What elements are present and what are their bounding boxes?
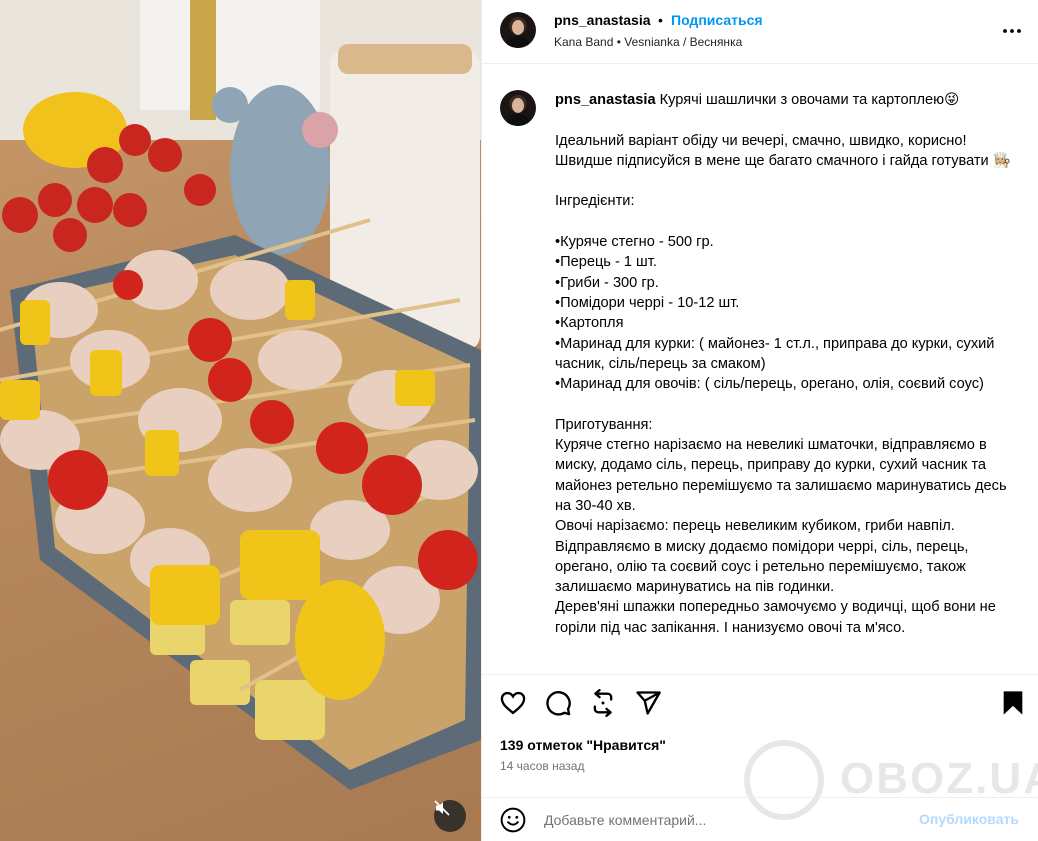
- caption-line: Куряче стегно нарізаємо на невеликі шмат…: [555, 437, 1007, 514]
- audio-track-link[interactable]: Kana Band • Vesnianka / Веснянка: [554, 35, 742, 49]
- mute-button[interactable]: [434, 800, 466, 832]
- caption-title: Курячі шашлички з овочами та картоплею😜: [659, 92, 960, 108]
- avatar[interactable]: [500, 12, 536, 48]
- caption-line: •Маринад для овочів: ( сіль/перець, орег…: [555, 376, 984, 393]
- heart-icon[interactable]: [499, 689, 527, 717]
- caption-line: •Гриби - 300 гр.: [555, 274, 659, 291]
- caption-line: •Маринад для курки: ( майонез- 1 ст.л., …: [555, 335, 995, 372]
- bookmark-icon[interactable]: [999, 689, 1027, 717]
- caption-line: [555, 212, 1020, 232]
- comment-bar: Опубликовать: [482, 797, 1038, 841]
- caption-line: •Помідори черрі - 10-12 шт.: [555, 294, 740, 311]
- caption-avatar[interactable]: [500, 90, 536, 126]
- post-caption: pns_anastasia Курячі шашлички з овочами …: [482, 64, 1038, 674]
- publish-button[interactable]: Опубликовать: [919, 811, 1019, 827]
- caption-line: Інгредієнти:: [555, 193, 635, 210]
- comment-input[interactable]: [544, 808, 904, 832]
- post-header: pns_anastasia • Подписаться Kana Band • …: [482, 0, 1038, 64]
- repost-icon[interactable]: [589, 689, 617, 717]
- caption-line: •Куряче стегно - 500 гр.: [555, 234, 714, 251]
- caption-line: •Картопля: [555, 315, 624, 332]
- post-media-video[interactable]: [0, 0, 481, 841]
- share-icon[interactable]: [634, 689, 662, 717]
- action-bar: [482, 674, 1038, 718]
- emoji-icon[interactable]: [500, 807, 526, 833]
- likes-count[interactable]: 139 отметок "Нравится": [500, 737, 666, 753]
- follow-button[interactable]: Подписаться: [671, 12, 763, 28]
- caption-line: Дерев'яні шпажки попередньо замочуємо у …: [555, 599, 996, 636]
- caption-line: [555, 171, 1020, 191]
- post-details-panel: pns_anastasia • Подписаться Kana Band • …: [481, 0, 1038, 841]
- caption-line: Приготування:: [555, 416, 653, 433]
- caption-line: [555, 394, 1020, 414]
- muted-speaker-icon: [434, 800, 450, 816]
- more-icon[interactable]: [1000, 21, 1024, 41]
- caption-line: •Перець - 1 шт.: [555, 254, 657, 271]
- post-timestamp[interactable]: 14 часов назад: [500, 759, 584, 773]
- caption-line: Ідеальний варіант обіду чи вечері, смачн…: [555, 132, 1011, 169]
- comment-icon[interactable]: [544, 689, 572, 717]
- caption-username[interactable]: pns_anastasia: [555, 92, 656, 108]
- caption-text: pns_anastasia Курячі шашлички з овочами …: [555, 90, 1020, 638]
- caption-line: Овочі нарізаємо: перець невеликим кубико…: [555, 518, 969, 596]
- separator-dot: •: [658, 12, 663, 28]
- author-username[interactable]: pns_anastasia: [554, 12, 651, 28]
- food-photo: [0, 0, 481, 790]
